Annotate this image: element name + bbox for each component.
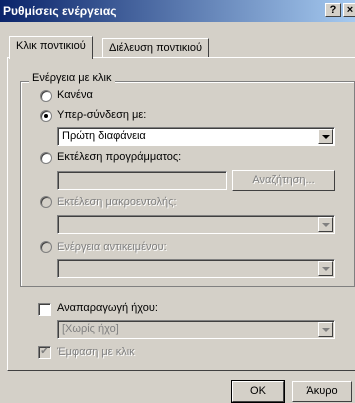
- chevron-down-icon[interactable]: [318, 322, 333, 337]
- close-button[interactable]: ×: [343, 3, 355, 17]
- checkmark-icon: ✔: [40, 346, 49, 357]
- run-program-radio[interactable]: [40, 152, 52, 164]
- run-program-label[interactable]: Εκτέλεση προγράμματος:: [57, 151, 181, 163]
- run-macro-radio[interactable]: [40, 196, 52, 208]
- play-sound-checkbox[interactable]: [38, 303, 51, 316]
- tab-mouse-click-label: Κλικ ποντικιού: [16, 40, 86, 52]
- help-button[interactable]: ?: [325, 3, 341, 17]
- chevron-down-icon[interactable]: [318, 129, 333, 144]
- highlight-click-label[interactable]: Έμφαση με κλικ: [57, 346, 135, 358]
- run-macro-label[interactable]: Εκτέλεση μακροεντολής:: [57, 196, 177, 208]
- object-action-radio[interactable]: [40, 241, 52, 253]
- hyperlink-label[interactable]: Υπερ-σύνδεση με:: [57, 109, 146, 121]
- tab-mouse-click[interactable]: Κλικ ποντικιού: [9, 36, 93, 59]
- tab-mouse-over-label: Διέλευση ποντικιού: [109, 42, 202, 54]
- sound-select-value: [Χωρίς ήχο]: [62, 323, 119, 335]
- run-program-input[interactable]: [57, 171, 227, 190]
- sound-select[interactable]: [Χωρίς ήχο]: [57, 320, 335, 339]
- tab-mouse-over[interactable]: Διέλευση ποντικιού: [102, 38, 209, 58]
- title-bar[interactable]: Ρυθμίσεις ενέργειας ? ×: [0, 0, 355, 22]
- object-action-select[interactable]: [57, 259, 335, 278]
- ok-button[interactable]: OK: [231, 380, 285, 403]
- none-label[interactable]: Κανένα: [57, 89, 93, 101]
- highlight-click-checkbox[interactable]: ✔: [38, 346, 51, 359]
- chevron-down-icon[interactable]: [318, 217, 333, 232]
- cancel-button[interactable]: Άκυρο: [292, 381, 352, 402]
- action-settings-dialog: Ρυθμίσεις ενέργειας ? × Κλικ ποντικιού Δ…: [0, 0, 355, 403]
- radio-selected-dot: [44, 114, 48, 118]
- browse-button[interactable]: Αναζήτηση...: [232, 170, 335, 191]
- chevron-down-icon[interactable]: [318, 261, 333, 276]
- hyperlink-radio[interactable]: [40, 110, 52, 122]
- window-title: Ρυθμίσεις ενέργειας: [3, 4, 117, 18]
- click-action-legend: Ενέργεια με κλικ: [29, 72, 115, 84]
- play-sound-label[interactable]: Αναπαραγωγή ήχου:: [57, 302, 158, 314]
- hyperlink-select-value: Πρώτη διαφάνεια: [62, 130, 146, 142]
- hyperlink-select[interactable]: Πρώτη διαφάνεια: [57, 127, 335, 146]
- run-macro-select[interactable]: [57, 215, 335, 234]
- object-action-label[interactable]: Ενέργεια αντικειμένου:: [57, 241, 167, 253]
- none-radio[interactable]: [40, 90, 52, 102]
